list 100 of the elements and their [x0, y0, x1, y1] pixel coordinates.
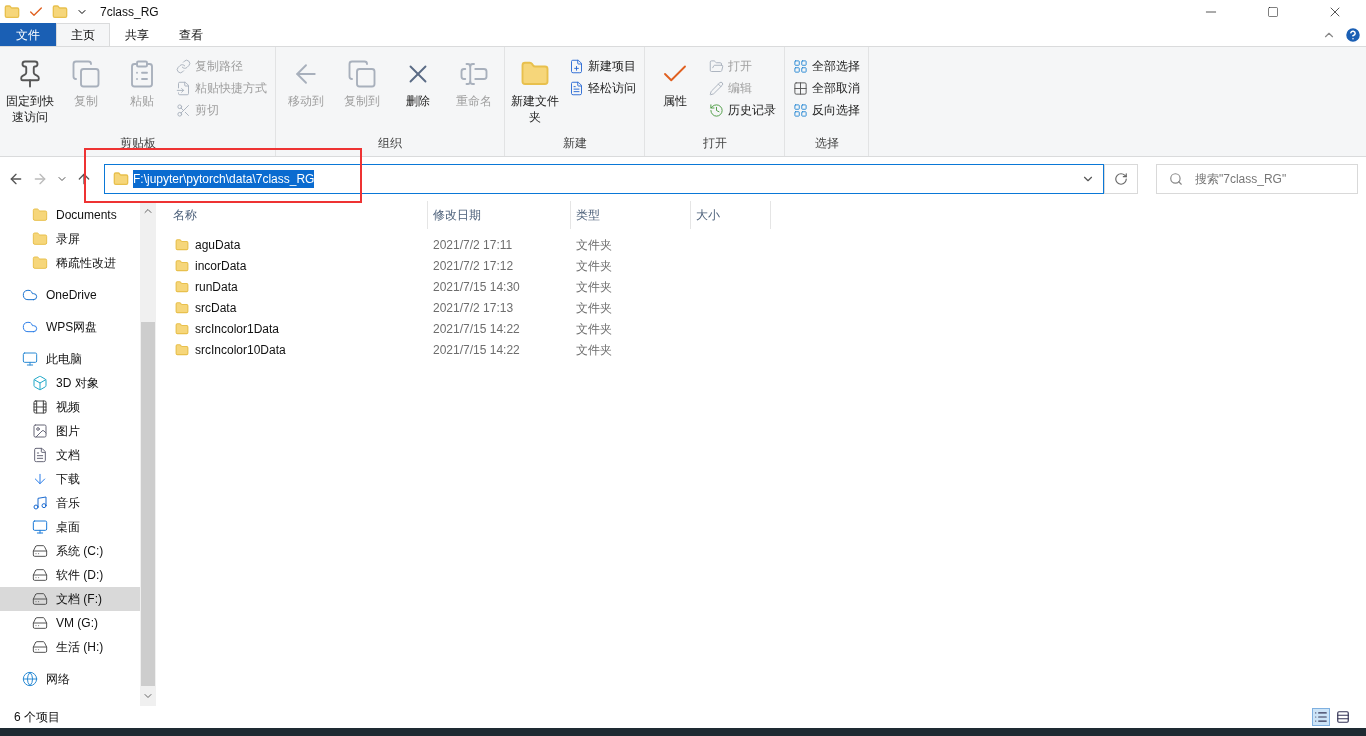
search-placeholder: 搜索"7class_RG" — [1195, 171, 1287, 188]
ribbon-tab[interactable]: 文件 — [0, 23, 56, 46]
back-icon[interactable] — [8, 171, 24, 187]
ribbon-button[interactable]: 全部选择 — [789, 55, 864, 77]
list-icon — [1314, 710, 1328, 724]
monitor-icon — [22, 351, 38, 367]
folder-icon — [32, 207, 48, 223]
sidebar-item[interactable]: 文档 — [0, 443, 140, 467]
cloud-icon — [22, 287, 38, 303]
drive-icon — [32, 567, 48, 583]
folder-icon — [175, 237, 189, 252]
folder-icon[interactable] — [52, 4, 68, 20]
folder-icon[interactable] — [4, 4, 20, 20]
sidebar-item[interactable]: 网络 — [0, 667, 140, 691]
help-icon[interactable] — [1344, 26, 1362, 44]
file-name[interactable]: srcIncolor1Data — [195, 319, 280, 338]
ribbon-tab[interactable]: 查看 — [164, 23, 218, 46]
scrollbar[interactable] — [140, 201, 156, 706]
ribbon-button[interactable]: 全部取消 — [789, 77, 864, 99]
ribbon-tab[interactable]: 共享 — [110, 23, 164, 46]
table-cell-text: 2021/7/15 14:22 — [432, 320, 521, 338]
history-icon — [709, 102, 724, 118]
column-header[interactable]: 名称 — [168, 201, 428, 229]
sidebar-item[interactable]: Documents — [0, 203, 140, 227]
document-icon — [569, 80, 584, 96]
up-icon[interactable] — [76, 171, 92, 187]
file-name[interactable]: runData — [195, 277, 238, 296]
file-plus-icon — [569, 58, 584, 74]
sidebar-item[interactable]: VM (G:) — [0, 611, 140, 635]
sidebar-item[interactable]: 图片 — [0, 419, 140, 443]
scissors-icon — [176, 102, 191, 118]
refresh-button[interactable] — [1104, 164, 1138, 194]
folder-icon — [32, 231, 48, 247]
sidebar-item[interactable]: 稀疏性改进 — [0, 251, 140, 275]
shortcut-icon — [176, 80, 191, 96]
ribbon-button[interactable]: 新建文件夹 — [509, 55, 561, 125]
file-name[interactable]: incorData — [195, 256, 247, 275]
path-text: F:\jupyter\pytorch\data\7class_RG — [133, 170, 315, 188]
sidebar-item[interactable]: 生活 (H:) — [0, 635, 140, 659]
drive-icon — [32, 543, 48, 559]
group-label: 剪贴板 — [118, 135, 157, 152]
tiles-view-button[interactable] — [1334, 708, 1352, 726]
forward-icon[interactable] — [32, 171, 48, 187]
search-field[interactable]: 搜索"7class_RG" — [1156, 164, 1358, 194]
ribbon-button[interactable]: 轻松访问 — [565, 77, 640, 99]
file-name[interactable]: srcData — [195, 298, 237, 317]
drive-icon — [32, 591, 48, 607]
table-cell-text: 文件夹 — [575, 299, 613, 317]
cloud-icon — [22, 319, 38, 335]
grid-icon — [793, 102, 808, 118]
copy-icon — [347, 59, 377, 89]
file-name[interactable]: aguData — [195, 235, 241, 254]
table-cell-text: 文件夹 — [575, 236, 613, 254]
sidebar-item[interactable]: 此电脑 — [0, 347, 140, 371]
monitor-icon — [32, 519, 48, 535]
pencil-icon — [709, 80, 724, 96]
address-field[interactable]: F:\jupyter\pytorch\data\7class_RG — [104, 164, 1104, 194]
sidebar-item[interactable]: 软件 (D:) — [0, 563, 140, 587]
sidebar-item[interactable]: 视频 — [0, 395, 140, 419]
sidebar-item[interactable]: 录屏 — [0, 227, 140, 251]
ribbon-button[interactable]: 删除 — [392, 55, 444, 109]
sidebar-item[interactable]: OneDrive — [0, 283, 140, 307]
folder-icon — [175, 300, 189, 315]
table-cell-text: 文件夹 — [575, 341, 613, 359]
maximize-icon[interactable] — [1267, 6, 1279, 18]
table-cell-text: 文件夹 — [575, 320, 613, 338]
column-header[interactable]: 大小 — [691, 201, 771, 229]
sidebar-item[interactable]: 下载 — [0, 467, 140, 491]
sidebar-item[interactable]: 3D 对象 — [0, 371, 140, 395]
ribbon-button[interactable]: 历史记录 — [705, 99, 780, 121]
table-cell-text: 2021/7/2 17:12 — [432, 257, 515, 275]
ribbon-tab[interactable]: 主页 — [56, 23, 110, 46]
link-icon — [176, 58, 191, 74]
column-header[interactable]: 修改日期 — [428, 201, 571, 229]
sidebar-item[interactable]: 文档 (F:) — [0, 587, 140, 611]
sidebar-item[interactable]: 系统 (C:) — [0, 539, 140, 563]
image-icon — [32, 423, 48, 439]
grid-icon — [793, 58, 808, 74]
grid-icon — [793, 80, 808, 96]
window-title: 7class_RG — [100, 4, 159, 21]
folder-icon — [175, 342, 189, 357]
sidebar-item[interactable]: 桌面 — [0, 515, 140, 539]
ribbon-button[interactable]: 新建项目 — [565, 55, 640, 77]
search-icon — [1169, 172, 1183, 186]
details-view-button[interactable] — [1312, 708, 1330, 726]
ribbon-button[interactable]: 反向选择 — [789, 99, 864, 121]
table-cell-text: 2021/7/2 17:13 — [432, 299, 515, 317]
ribbon-button[interactable]: 属性 — [649, 55, 701, 109]
ribbon-button[interactable]: 固定到快速访问 — [4, 55, 56, 125]
folder-icon — [113, 171, 129, 187]
tiles-icon — [1336, 710, 1350, 724]
group-label: 组织 — [377, 135, 403, 152]
drive-icon — [32, 639, 48, 655]
column-header[interactable]: 类型 — [571, 201, 691, 229]
group-label: 选择 — [813, 135, 840, 152]
drive-icon — [32, 615, 48, 631]
sidebar-item[interactable]: 音乐 — [0, 491, 140, 515]
refresh-icon — [1114, 172, 1128, 186]
file-name[interactable]: srcIncolor10Data — [195, 340, 286, 359]
sidebar-item[interactable]: WPS网盘 — [0, 315, 140, 339]
